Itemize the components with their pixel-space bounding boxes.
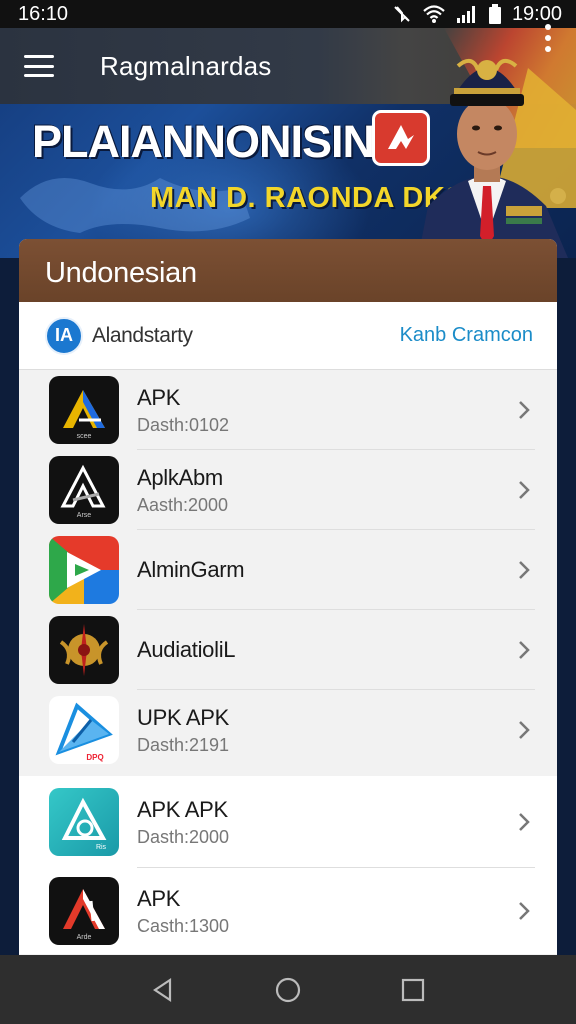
hamburger-icon-line [24,55,54,58]
app-icon-caption: DPQ [86,753,103,762]
app-list: scee APK Dasth:0102 Arse AplkAbm Aasth:2… [19,370,557,954]
home-circle-icon [275,977,301,1002]
app-icon-apk-red: Arde [49,877,119,945]
more-vert-icon-dot [545,35,551,41]
status-right-time: 19:00 [511,2,562,25]
app-icon-apk: scee [49,376,119,444]
app-icon-apk-apk: Ris [49,788,119,856]
list-item-texts: APK APK Dasth:2000 [137,797,229,848]
hamburger-icon-line [24,74,54,77]
more-vert-icon-dot [545,46,551,52]
chevron-right-icon [519,401,530,419]
list-item-title: AlminGarm [137,557,245,582]
account-badge-icon: IA [45,316,83,355]
list-item-title: APK [137,885,181,911]
hamburger-icon-line [24,64,54,68]
app-bar: Ragmalnardas [0,28,576,104]
app-icon-caption: Ris [96,844,107,851]
system-nav-bar [0,955,576,1024]
more-vert-icon-dot [545,24,551,30]
app-icon-caption: scee [77,433,92,440]
list-item-title: APK [137,384,181,410]
account-link[interactable]: Kanb Cramcon [400,324,533,347]
list-item[interactable]: Arse AplkAbm Aasth:2000 [19,450,557,530]
hamburger-menu-button[interactable] [24,55,54,77]
list-item-texts: AplkAbm Aasth:2000 [137,465,228,516]
list-item-subtitle: Casth:1300 [137,915,230,936]
signal-icon [456,6,475,23]
app-icon-caption: Arde [77,934,92,941]
more-options-button[interactable] [544,24,552,52]
account-row: IA Alandstarty Kanb Cramcon [19,302,557,370]
chevron-right-icon [519,481,530,499]
list-item-texts: APK Dasth:0102 [137,385,229,436]
status-icons: 19:00 [392,3,562,26]
app-icon-caption: Arse [77,512,92,519]
chevron-right-icon [519,561,530,579]
app-icon-emblem [49,616,119,684]
list-item[interactable]: Arde APK Casth:1300 [19,868,557,954]
app-icon-upk: DPQ [49,696,119,764]
chevron-right-icon [519,641,530,659]
list-item-title: AplkAbm [137,464,223,490]
recents-square-icon [402,978,425,1001]
list-item-subtitle: Dasth:2191 [137,734,230,755]
list-item-title: UPK APK [137,704,230,730]
list-item-texts: APK Casth:1300 [137,886,229,937]
home-button[interactable] [268,970,308,1010]
status-bar: 16:10 19:00 [0,0,576,28]
app-icon-almingarm [49,536,119,604]
recents-button[interactable] [393,970,433,1010]
mute-icon [394,6,410,23]
list-item-texts: AlminGarm [137,557,245,583]
list-item-subtitle: Dasth:0102 [137,414,230,435]
list-item-title: AudiatioliL [137,637,236,662]
app-list-card: Undonesian IA Alandstarty Kanb Cramcon s… [19,239,557,955]
battery-icon [488,4,501,24]
list-item[interactable]: AudiatioliL [19,610,557,690]
chevron-right-icon [519,721,530,739]
wifi-icon [423,5,445,23]
app-icon-aplkabm: Arse [49,456,119,524]
list-item-subtitle: Dasth:2000 [137,826,230,847]
list-item[interactable]: AlminGarm [19,530,557,610]
list-item-subtitle: Aasth:2000 [137,494,229,515]
list-item-texts: UPK APK Dasth:2191 [137,705,229,756]
card-header-title: Undonesian [19,239,557,302]
banner-title: PLAIANNONISIN [32,116,375,167]
list-item-texts: AudiatioliL [137,637,236,663]
account-name: Alandstarty [92,323,193,347]
status-time: 16:10 [18,2,69,25]
list-item-title: APK APK [137,796,228,822]
chevron-right-icon [519,902,530,920]
app-title: Ragmalnardas [100,50,272,81]
list-item[interactable]: scee APK Dasth:0102 [19,370,557,450]
back-triangle-icon [152,977,171,1002]
back-button[interactable] [143,970,183,1010]
list-item[interactable]: DPQ UPK APK Dasth:2191 [19,690,557,770]
list-item[interactable]: Ris APK APK Dasth:2000 [19,776,557,868]
chevron-right-icon [519,813,530,831]
